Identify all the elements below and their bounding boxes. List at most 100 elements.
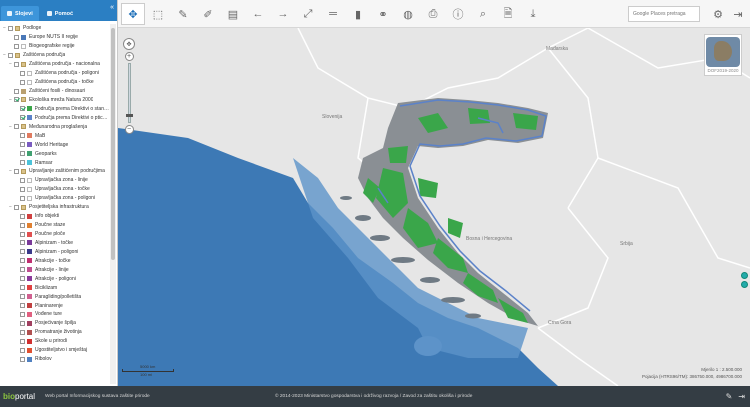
expand-toggle-icon[interactable]: − [8, 168, 13, 174]
layer-row[interactable]: − Međunarodna proglašenja [0, 122, 109, 131]
pan-control-icon[interactable]: ✥ [123, 38, 135, 50]
zoom-slider[interactable] [125, 63, 133, 123]
layer-row[interactable]: Poučne staze [0, 221, 109, 230]
layer-checkbox[interactable] [20, 329, 25, 335]
layer-row[interactable]: − Upravljanje zaštićenim područjima [0, 167, 109, 176]
layer-row[interactable]: − Posjetiteljska infrastruktura [0, 203, 109, 212]
side-toggle-icon[interactable] [741, 281, 748, 288]
layer-checkbox[interactable] [20, 186, 25, 192]
layer-checkbox[interactable] [20, 249, 25, 255]
layer-tree-scrollbar[interactable] [110, 24, 116, 384]
layer-checkbox[interactable] [20, 151, 25, 157]
map-canvas[interactable] [118, 28, 750, 386]
basemap-thumbnail[interactable] [706, 37, 740, 67]
info-tool-icon[interactable]: ⓘ [446, 3, 470, 25]
layer-row[interactable]: Atrakcije - poligoni [0, 274, 109, 283]
basemap-overview[interactable]: DOF2019-2020 [704, 34, 742, 76]
layer-checkbox[interactable] [20, 347, 25, 353]
places-search-input[interactable] [628, 6, 700, 22]
layer-checkbox[interactable] [20, 276, 25, 282]
layer-checkbox[interactable] [8, 25, 13, 31]
erase-tool-icon[interactable]: ▮ [346, 3, 370, 25]
layer-row[interactable]: Atrakcije - točke [0, 256, 109, 265]
layer-row[interactable]: MaB [0, 131, 109, 140]
layer-checkbox[interactable] [8, 52, 13, 58]
layer-checkbox[interactable] [20, 195, 25, 201]
expand-toggle-icon[interactable]: − [8, 61, 13, 67]
zoom-slider-knob[interactable] [125, 114, 133, 117]
measure-tool-icon[interactable]: ═ [321, 3, 345, 25]
layer-row[interactable]: Biogeografske regije [0, 42, 109, 51]
layer-checkbox[interactable] [19, 106, 25, 112]
edit-icon[interactable]: ✎ [726, 392, 733, 401]
layer-checkbox[interactable] [20, 160, 25, 166]
forward-arrow-icon[interactable]: → [271, 3, 295, 25]
layer-checkbox[interactable] [20, 320, 25, 326]
layer-checkbox[interactable] [20, 258, 25, 264]
layer-table-tool-icon[interactable]: ▤ [221, 3, 245, 25]
layer-checkbox[interactable] [20, 70, 25, 76]
full-extent-icon[interactable]: ⤢ [296, 3, 320, 25]
layer-row[interactable]: − Ekološka mreža Natura 2000 [0, 96, 109, 105]
layer-row[interactable]: Info objekti [0, 212, 109, 221]
layer-row[interactable]: Područja prema Direktivi o pticama [0, 113, 109, 122]
layer-row[interactable]: − Podloge [0, 24, 109, 33]
pan-tool-icon[interactable]: ✥ [121, 3, 145, 25]
layer-row[interactable]: Alpinizam - točke [0, 239, 109, 248]
layer-checkbox[interactable] [20, 142, 25, 148]
layer-row[interactable]: Škole u prirodi [0, 337, 109, 346]
scrollbar-thumb[interactable] [111, 28, 115, 260]
layer-checkbox[interactable] [14, 43, 19, 49]
layer-checkbox[interactable] [20, 240, 25, 246]
layer-checkbox[interactable] [20, 267, 25, 273]
layer-checkbox[interactable] [14, 97, 19, 103]
identify-tool-icon[interactable]: ✎ [171, 3, 195, 25]
layer-checkbox[interactable] [14, 168, 19, 174]
layer-row[interactable]: Europe NUTS II regije [0, 33, 109, 42]
collapse-panel-icon[interactable]: « [110, 4, 114, 11]
map-view[interactable]: Mađarska Slovenija Bosna i Hercegovina S… [118, 28, 750, 386]
layer-checkbox[interactable] [14, 204, 19, 210]
print-tool-icon[interactable]: ⎙ [421, 3, 445, 25]
expand-toggle-icon[interactable]: − [2, 52, 7, 58]
layer-checkbox[interactable] [14, 34, 19, 40]
bioportal-logo[interactable]: bioportal [3, 392, 35, 401]
layer-row[interactable]: Paragliding/polletišta [0, 292, 109, 301]
side-close-icon[interactable] [741, 272, 748, 279]
layer-row[interactable]: Ramsar [0, 158, 109, 167]
query-tool-icon[interactable]: ✐ [196, 3, 220, 25]
globe-tool-icon[interactable]: ◍ [396, 3, 420, 25]
layer-checkbox[interactable] [20, 133, 25, 139]
layer-row[interactable]: Atrakcije - linije [0, 265, 109, 274]
layer-checkbox[interactable] [20, 177, 25, 183]
download-tool-icon[interactable]: ⤓ [521, 3, 545, 25]
layer-row[interactable]: Ugostiteljstvo i smještaj [0, 346, 109, 355]
layer-checkbox[interactable] [20, 222, 25, 228]
layer-checkbox[interactable] [20, 285, 25, 291]
layer-row[interactable]: Zaštićena područja - poligoni [0, 69, 109, 78]
layer-checkbox[interactable] [14, 61, 19, 67]
search-tool-icon[interactable]: ⌕ [471, 3, 495, 25]
layer-row[interactable]: Zaštićeni fosili - dinosauri [0, 87, 109, 96]
tab-layers[interactable]: Slojevi [1, 6, 39, 21]
layer-row[interactable]: Ribolov [0, 355, 109, 364]
link-tool-icon[interactable]: ⚭ [371, 3, 395, 25]
expand-toggle-icon[interactable]: − [8, 124, 13, 130]
layer-row[interactable]: Alpinizam - poligoni [0, 247, 109, 256]
layer-row[interactable]: Promatranje životinja [0, 328, 109, 337]
layer-checkbox[interactable] [14, 88, 19, 94]
layer-row[interactable]: Vođene ture [0, 310, 109, 319]
expand-toggle-icon[interactable]: − [8, 97, 13, 103]
layer-checkbox[interactable] [14, 124, 19, 130]
layer-checkbox[interactable] [20, 213, 25, 219]
logout-icon[interactable]: ⇥ [726, 3, 750, 25]
layer-checkbox[interactable] [20, 311, 25, 317]
layer-row[interactable]: − Zaštićena područja [0, 51, 109, 60]
layer-row[interactable]: World Heritage [0, 140, 109, 149]
document-tool-icon[interactable]: 🗎 [496, 3, 520, 25]
logout-icon[interactable]: ⇥ [738, 392, 745, 401]
layer-checkbox[interactable] [20, 356, 25, 362]
layer-row[interactable]: − Zaštićena područja - nacionalna [0, 60, 109, 69]
layer-row[interactable]: Biciklizam [0, 283, 109, 292]
expand-toggle-icon[interactable]: − [8, 204, 13, 210]
